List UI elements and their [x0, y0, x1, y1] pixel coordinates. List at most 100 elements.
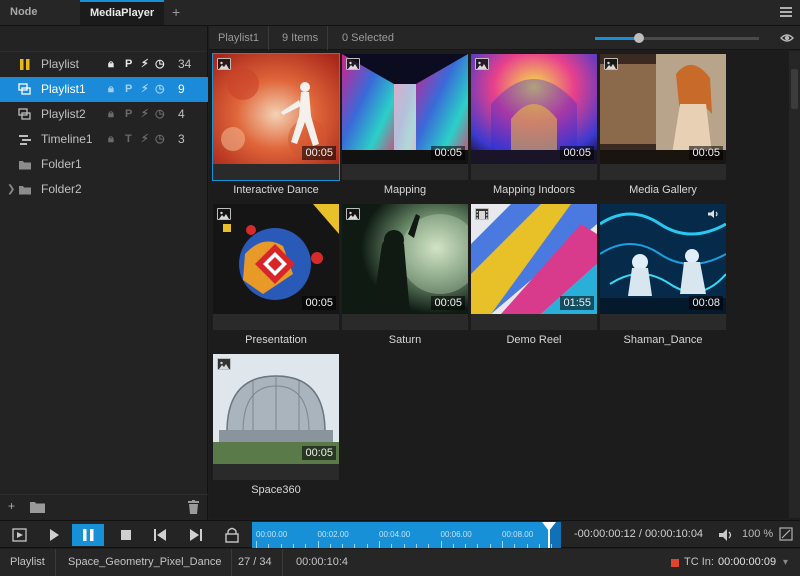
media-card[interactable]: 01:55 Demo Reel — [471, 204, 597, 354]
skip-next-icon — [190, 529, 202, 541]
media-thumbnail[interactable]: 00:05 — [342, 54, 468, 180]
play-from-start-button[interactable] — [4, 524, 36, 546]
timeline-tick-mark — [292, 544, 294, 548]
thumbnail-size-slider[interactable] — [595, 33, 759, 43]
playback-mode-flag[interactable]: T — [125, 127, 132, 152]
media-thumbnail[interactable]: 00:08 — [600, 204, 726, 330]
playhead-marker[interactable] — [541, 522, 556, 548]
sidebar-item-label: Playlist1 — [41, 82, 86, 96]
clock-icon[interactable]: ◷ — [155, 52, 165, 77]
item-count-label: 9 Items — [273, 26, 329, 50]
duration-badge: 00:08 — [689, 296, 723, 310]
tab-node-graph[interactable]: Node Graph — [0, 0, 80, 43]
sidebar-item-playlist[interactable]: Playlist 🔒︎ P ⚡︎ ◷ 34 — [0, 52, 208, 77]
add-playlist-button[interactable]: + — [8, 499, 15, 513]
media-thumbnail[interactable]: 00:05 — [213, 354, 339, 480]
sidebar-item-label: Folder2 — [41, 182, 82, 196]
bolt-icon[interactable]: ⚡︎ — [141, 127, 149, 152]
scrollbar-thumb[interactable] — [791, 69, 798, 109]
play-button[interactable] — [38, 524, 70, 546]
status-position: 27 / 34 — [228, 549, 283, 576]
timecode-readout: -00:00:00:12 / 00:00:10:04 — [574, 528, 704, 540]
media-thumbnail[interactable]: 00:05 — [213, 204, 339, 330]
timeline-tick-mark — [403, 544, 405, 548]
timeline-tick-label: 00:00.00 — [256, 530, 288, 539]
playback-mode-flag[interactable]: P — [125, 77, 132, 102]
vertical-scrollbar[interactable] — [789, 51, 800, 518]
volume-icon[interactable] — [718, 528, 734, 542]
duration-badge: 00:05 — [560, 146, 594, 160]
folder-icon — [19, 161, 31, 170]
media-grid: 00:05 Interactive Dance 00:05 Mapping 00… — [209, 51, 789, 518]
lock-icon[interactable]: 🔒︎ — [108, 102, 114, 127]
clock-icon[interactable]: ◷ — [155, 102, 165, 127]
media-card[interactable]: 00:05 Mapping — [342, 54, 468, 204]
media-card[interactable]: 00:05 Interactive Dance — [212, 53, 340, 204]
playback-mode-flag[interactable]: P — [125, 102, 132, 127]
timeline-scrubber[interactable]: 00:00.00 00:02.00 00:04.00 00:06.00 00:0… — [252, 522, 561, 548]
tc-in: TC In: 00:00:00:09 — [684, 549, 776, 576]
pause-button[interactable] — [72, 524, 104, 546]
duration-badge: 01:55 — [560, 296, 594, 310]
timeline-tick-mark — [305, 544, 307, 548]
sidebar-item-label: Playlist2 — [41, 107, 86, 121]
lock-icon[interactable]: 🔒︎ — [108, 77, 114, 102]
sidebar-footer: + — [0, 494, 208, 520]
sidebar-item-playlist2[interactable]: Playlist2 🔒︎ P ⚡︎ ◷ 4 — [0, 102, 208, 127]
media-card[interactable]: 00:05 Mapping Indoors — [471, 54, 597, 204]
sidebar-item-folder2[interactable]: ❯ Folder2 — [0, 177, 208, 202]
add-tab-button[interactable]: + — [166, 0, 186, 25]
chevron-down-icon[interactable]: ▾ — [783, 557, 788, 568]
media-card[interactable]: 00:05 Presentation — [213, 204, 339, 354]
media-thumbnail[interactable]: 00:05 — [342, 204, 468, 330]
media-title: Mapping Indoors — [493, 184, 575, 196]
media-thumbnail[interactable]: 00:05 — [471, 54, 597, 180]
timeline-tick-mark — [440, 541, 442, 548]
bolt-icon[interactable]: ⚡︎ — [141, 52, 149, 77]
status-bar: Playlist Space_Geometry_Pixel_Dance 27 /… — [0, 549, 800, 576]
current-playlist-label: Playlist1 — [209, 26, 269, 50]
duration-badge: 00:05 — [431, 146, 465, 160]
image-icon — [346, 208, 360, 220]
sidebar-item-playlist1[interactable]: Playlist1 🔒︎ P ⚡︎ ◷ 9 — [0, 77, 208, 102]
clock-icon[interactable]: ◷ — [155, 127, 165, 152]
sidebar-item-timeline1[interactable]: Timeline1 🔒︎ T ⚡︎ ◷ 3 — [0, 127, 208, 152]
media-card[interactable]: 00:08 Shaman_Dance — [600, 204, 726, 354]
lock-icon[interactable]: 🔒︎ — [108, 52, 114, 77]
media-thumbnail[interactable]: 00:05 — [212, 53, 340, 181]
media-title: Saturn — [388, 334, 422, 346]
bolt-icon[interactable]: ⚡︎ — [141, 102, 149, 127]
lock-button[interactable] — [216, 524, 248, 546]
clock-icon[interactable]: ◷ — [155, 77, 165, 102]
media-card[interactable]: 00:05 Space360 — [213, 354, 339, 504]
tab-mediaplayer[interactable]: MediaPlayer — [80, 0, 164, 25]
playback-mode-flag[interactable]: P — [125, 52, 132, 77]
timeline-tick-label: 00:08.00 — [502, 530, 534, 539]
stop-button[interactable] — [110, 524, 142, 546]
image-icon — [217, 58, 231, 70]
fullscreen-icon[interactable] — [779, 527, 793, 541]
lock-icon[interactable]: 🔒︎ — [108, 127, 114, 152]
timeline-tick-mark — [465, 544, 467, 548]
slider-knob[interactable] — [634, 33, 645, 43]
next-button[interactable] — [180, 524, 212, 546]
timeline-tick-mark — [489, 544, 491, 548]
add-folder-icon[interactable] — [30, 501, 45, 513]
eye-icon[interactable] — [780, 32, 794, 44]
playlist-icon — [18, 83, 31, 95]
timeline-tick-mark — [538, 544, 540, 548]
previous-button[interactable] — [144, 524, 176, 546]
media-card[interactable]: 00:05 Saturn — [342, 204, 468, 354]
bolt-icon[interactable]: ⚡︎ — [141, 77, 149, 102]
media-thumbnail[interactable]: 01:55 — [471, 204, 597, 330]
hamburger-menu-icon[interactable] — [780, 7, 792, 17]
media-card[interactable]: 00:05 Media Gallery — [600, 54, 726, 204]
sidebar-item-label: Playlist — [41, 57, 80, 71]
trash-icon[interactable] — [188, 500, 199, 514]
timeline-tick-label: 00:06.00 — [440, 530, 472, 539]
media-thumbnail[interactable]: 00:05 — [600, 54, 726, 180]
film-icon — [475, 208, 489, 220]
chevron-right-icon[interactable]: ❯ — [7, 177, 15, 202]
sidebar-item-folder1[interactable]: Folder1 — [0, 152, 208, 177]
timeline-tick-mark — [256, 541, 257, 548]
